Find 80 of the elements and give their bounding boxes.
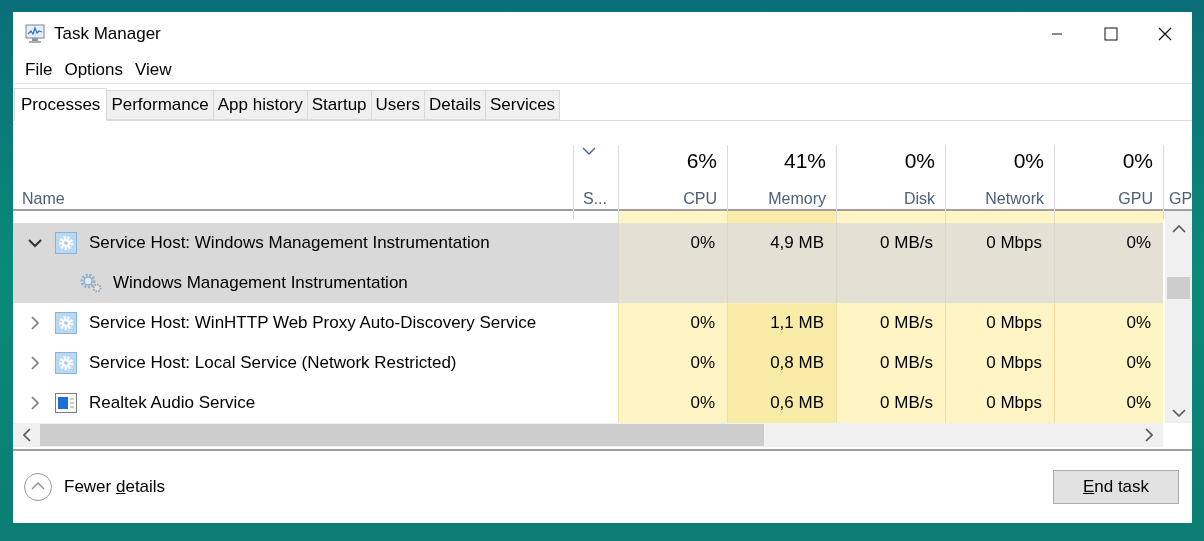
table-cell: 0 MB/s <box>836 303 945 343</box>
name-cell[interactable]: Realtek Audio Service <box>13 383 573 423</box>
process-name[interactable]: Service Host: Local Service (Network Restricted) <box>89 350 457 376</box>
expand-chevron-icon[interactable] <box>30 356 40 370</box>
table-cell: 0% <box>618 343 727 383</box>
table-cell: 0 Mbps <box>945 343 1054 383</box>
column-header[interactable]: Name <box>13 121 573 219</box>
process-name[interactable]: Service Host: WinHTTP Web Proxy Auto-Discovery Service <box>89 310 537 336</box>
gear-icon <box>55 352 77 374</box>
scroll-left-icon <box>23 428 31 442</box>
horizontal-scrollbar[interactable] <box>13 423 1163 447</box>
table-cell: 0 Mbps <box>945 303 1054 343</box>
tab[interactable]: Processes <box>14 88 108 121</box>
service-name[interactable]: Windows Management Instrumentation <box>113 270 408 296</box>
expand-chevron-icon[interactable] <box>30 396 40 410</box>
column-usage: 0% <box>904 148 935 174</box>
table-cell: 0,8 MB <box>727 343 836 383</box>
name-cell[interactable]: Service Host: WinHTTP Web Proxy Auto-Discovery Service <box>13 303 573 343</box>
tab[interactable]: App history <box>212 90 308 120</box>
column-usage: 0% <box>1013 148 1044 174</box>
window-title: Task Manager <box>54 23 161 46</box>
tab[interactable]: Startup <box>306 90 372 120</box>
maximize-icon <box>1104 27 1118 41</box>
name-cell[interactable]: Windows Management Instrumentation <box>13 263 573 303</box>
table-cell: 0 Mbps <box>945 223 1054 263</box>
menu-item[interactable]: View <box>129 56 178 83</box>
column-label: Network <box>985 188 1044 209</box>
tab[interactable]: Details <box>423 90 486 120</box>
column-label: CPU <box>683 188 717 209</box>
process-name[interactable]: Service Host: Windows Management Instrumentation <box>89 230 490 256</box>
sort-icon <box>582 147 596 155</box>
tab[interactable]: Users <box>370 90 425 120</box>
table-cell: 0% <box>618 383 727 423</box>
column-header[interactable]: S... <box>573 145 618 219</box>
fewer-details-button[interactable]: Fewer details <box>23 472 166 502</box>
table-cell: 0 Mbps <box>945 383 1054 423</box>
column-usage: 41% <box>783 148 826 174</box>
table-cell: 0% <box>1054 303 1163 343</box>
menu-item[interactable]: Options <box>58 56 129 83</box>
scrollbar-thumb[interactable] <box>40 424 764 446</box>
gear-icon <box>55 232 77 254</box>
scroll-right-icon <box>1145 428 1153 442</box>
column-label: Name <box>22 188 66 209</box>
table-cell: 0% <box>618 223 727 263</box>
gears-icon <box>79 272 103 294</box>
close-icon <box>1158 27 1172 41</box>
collapse-chevron-icon[interactable] <box>28 238 42 248</box>
end-task-button[interactable]: End task <box>1053 470 1179 504</box>
process-name[interactable]: Realtek Audio Service <box>89 390 256 416</box>
column-usage: 0% <box>1122 148 1153 174</box>
vertical-scrollbar[interactable] <box>1165 211 1192 423</box>
column-label: Disk <box>903 188 935 209</box>
scroll-up-icon <box>1171 225 1186 233</box>
table-cell: 4,9 MB <box>727 223 836 263</box>
chevron-up-icon <box>23 472 53 502</box>
app-icon <box>24 24 46 44</box>
column-usage: 6% <box>686 148 717 174</box>
column-label: GPU <box>1118 188 1153 209</box>
tab[interactable]: Performance <box>106 90 214 120</box>
scroll-down-icon <box>1171 409 1186 417</box>
table-cell: 1,1 MB <box>727 303 836 343</box>
table-cell: 0 MB/s <box>836 223 945 263</box>
column-label: Memory <box>768 188 826 209</box>
column-label: GP <box>1169 188 1192 209</box>
window-icon <box>55 393 77 413</box>
scrollbar-thumb[interactable] <box>1167 277 1190 299</box>
menu-item[interactable]: File <box>19 56 59 83</box>
name-cell[interactable]: Service Host: Local Service (Network Restricted) <box>13 343 573 383</box>
name-cell[interactable]: Service Host: Windows Management Instrumentation <box>13 223 573 263</box>
table-cell: 0% <box>618 303 727 343</box>
column-label: S... <box>583 188 608 209</box>
table-cell: 0% <box>1054 343 1163 383</box>
table-cell: 0% <box>1054 223 1163 263</box>
expand-chevron-icon[interactable] <box>30 316 40 330</box>
table-cell: 0 MB/s <box>836 383 945 423</box>
tab[interactable]: Services <box>484 90 561 120</box>
gear-icon <box>55 312 77 334</box>
table-cell: 0% <box>1054 383 1163 423</box>
table-cell: 0,6 MB <box>727 383 836 423</box>
table-cell: 0 MB/s <box>836 343 945 383</box>
